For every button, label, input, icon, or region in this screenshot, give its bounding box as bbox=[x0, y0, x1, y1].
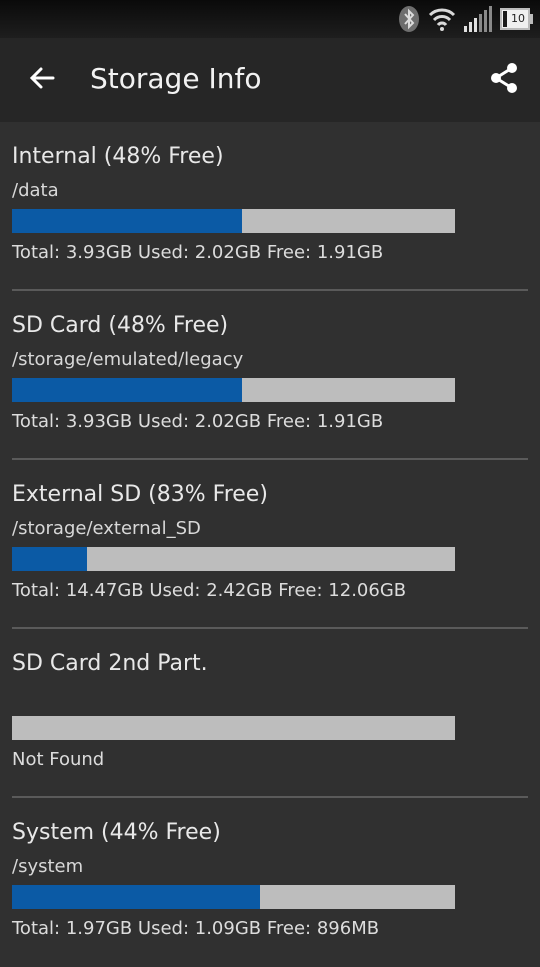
usage-bar-fill bbox=[12, 547, 88, 571]
usage-bar-fill bbox=[12, 885, 261, 909]
storage-stats: Not Found bbox=[12, 749, 105, 770]
storage-item-sd-card-2nd-part[interactable]: SD Card 2nd Part. Not Found bbox=[0, 629, 540, 798]
signal-icon bbox=[464, 6, 492, 32]
battery-level: 10 bbox=[511, 12, 525, 25]
usage-bar bbox=[12, 716, 455, 740]
storage-stats: Total: 14.47GB Used: 2.42GB Free: 12.06G… bbox=[12, 580, 407, 601]
storage-path: /storage/emulated/legacy bbox=[12, 349, 244, 370]
storage-name: External SD (83% Free) bbox=[12, 482, 268, 507]
share-button[interactable] bbox=[484, 60, 524, 100]
storage-name: SD Card (48% Free) bbox=[12, 313, 229, 338]
storage-name: System (44% Free) bbox=[12, 820, 221, 845]
storage-name: Internal (48% Free) bbox=[12, 144, 224, 169]
storage-stats: Total: 1.97GB Used: 1.09GB Free: 896MB bbox=[12, 918, 380, 939]
arrow-left-icon bbox=[28, 64, 56, 96]
usage-bar-fill bbox=[12, 378, 243, 402]
usage-bar-fill bbox=[12, 209, 243, 233]
app-bar: Storage Info bbox=[0, 38, 540, 122]
storage-item-external-sd[interactable]: External SD (83% Free) /storage/external… bbox=[0, 460, 540, 629]
usage-bar bbox=[12, 547, 455, 571]
storage-stats: Total: 3.93GB Used: 2.02GB Free: 1.91GB bbox=[12, 242, 384, 263]
page-title: Storage Info bbox=[90, 62, 262, 95]
storage-list: Internal (48% Free) /data Total: 3.93GB … bbox=[0, 122, 540, 967]
storage-item-sd-card[interactable]: SD Card (48% Free) /storage/emulated/leg… bbox=[0, 291, 540, 460]
storage-item-internal[interactable]: Internal (48% Free) /data Total: 3.93GB … bbox=[0, 122, 540, 291]
battery-icon: 10 bbox=[500, 8, 534, 30]
usage-bar bbox=[12, 885, 455, 909]
share-icon bbox=[489, 62, 519, 98]
wifi-icon bbox=[428, 7, 456, 31]
storage-name: SD Card 2nd Part. bbox=[12, 651, 208, 676]
storage-path: /data bbox=[12, 180, 59, 201]
storage-item-system[interactable]: System (44% Free) /system Total: 1.97GB … bbox=[0, 798, 540, 967]
bluetooth-icon bbox=[398, 5, 420, 33]
storage-path: /storage/external_SD bbox=[12, 518, 201, 539]
status-icons: 10 bbox=[398, 4, 534, 34]
storage-stats: Total: 3.93GB Used: 2.02GB Free: 1.91GB bbox=[12, 411, 384, 432]
back-button[interactable] bbox=[22, 60, 62, 100]
usage-bar bbox=[12, 378, 455, 402]
status-bar: 10 bbox=[0, 0, 540, 38]
usage-bar bbox=[12, 209, 455, 233]
storage-path: /system bbox=[12, 856, 84, 877]
